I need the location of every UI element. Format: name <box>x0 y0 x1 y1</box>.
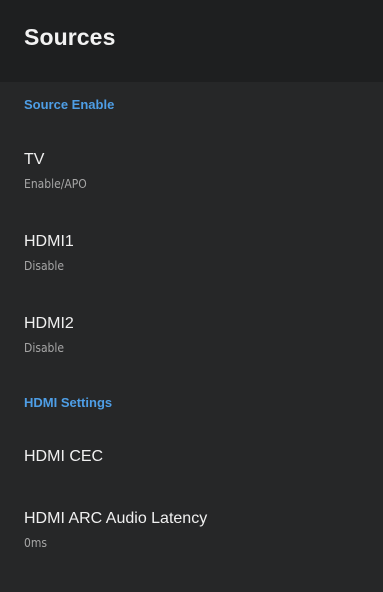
toolbar: Sources <box>0 0 383 82</box>
pref-title: HDMI2 <box>24 315 74 332</box>
section-header-hdmi-settings: HDMI Settings <box>24 395 113 410</box>
pref-item-tv[interactable]: TV Enable/APO <box>0 151 383 211</box>
pref-title: HDMI ARC Audio Latency <box>24 510 208 527</box>
pref-title: HDMI CEC <box>24 448 104 465</box>
pref-summary: 0ms <box>24 536 48 550</box>
pref-item-hdmi-cec[interactable]: HDMI CEC <box>0 448 383 488</box>
preference-list[interactable]: Source Enable TV Enable/APO HDMI1 Disabl… <box>0 82 383 592</box>
pref-summary: Disable <box>24 341 65 355</box>
page-title: Sources <box>24 24 116 50</box>
pref-title: TV <box>24 151 45 168</box>
pref-title: HDMI1 <box>24 233 74 250</box>
pref-item-hdmi2[interactable]: HDMI2 Disable <box>0 315 383 375</box>
pref-summary: Disable <box>24 259 65 273</box>
pref-summary: Enable/APO <box>24 177 87 191</box>
pref-item-hdmi-arc-audio-latency[interactable]: HDMI ARC Audio Latency 0ms <box>0 510 383 570</box>
section-header-source-enable: Source Enable <box>24 97 115 112</box>
pref-item-hdmi1[interactable]: HDMI1 Disable <box>0 233 383 293</box>
